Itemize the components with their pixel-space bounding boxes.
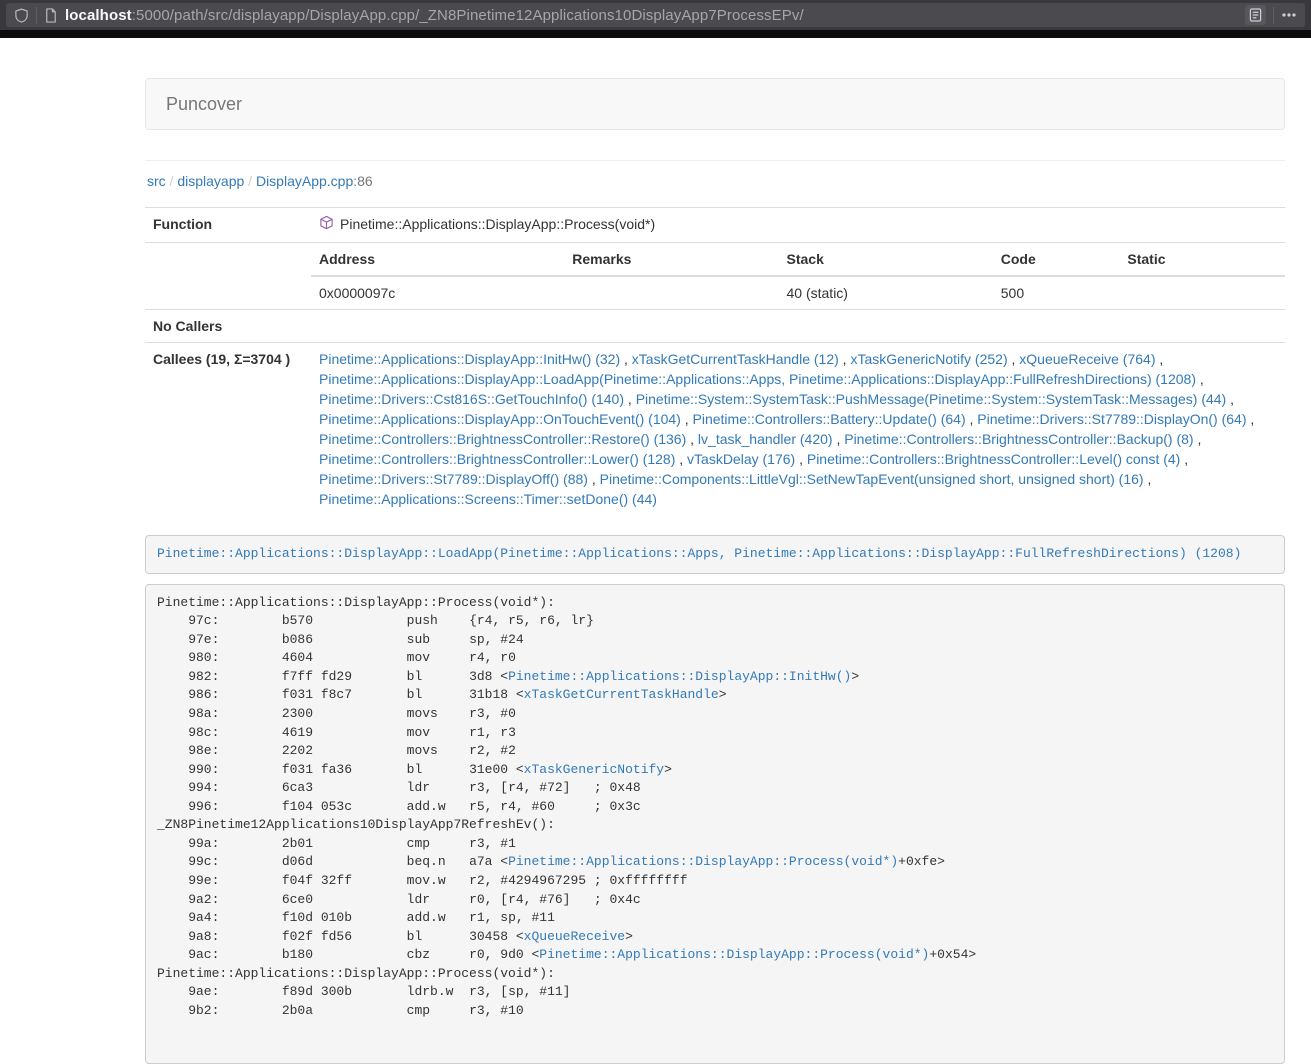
callee-link[interactable]: Pinetime::Components::LittleVgl::SetNewT… [600, 471, 1144, 487]
callee-link[interactable]: Pinetime::Applications::DisplayApp::OnTo… [319, 411, 681, 427]
assembly-symbol-link[interactable]: Pinetime::Applications::DisplayApp::Proc… [508, 854, 898, 869]
assembly-symbol-link[interactable]: xTaskGetCurrentTaskHandle [524, 687, 719, 702]
stats-header: Address [311, 243, 564, 276]
divider [145, 160, 1285, 161]
function-row-label: Function [145, 208, 311, 243]
stats-header: Stack [779, 243, 993, 276]
symbol-cube-icon [319, 215, 334, 236]
url-host: localhost [65, 7, 132, 24]
function-row: Function Pinetime::Applications::Display… [145, 208, 1285, 243]
stats-header: Remarks [564, 243, 778, 276]
function-name: Pinetime::Applications::DisplayApp::Proc… [340, 216, 655, 232]
callee-link[interactable]: Pinetime::Controllers::Battery::Update()… [693, 411, 966, 427]
assembly-symbol-link[interactable]: xQueueReceive [524, 929, 625, 944]
callee-link[interactable]: Pinetime::Controllers::BrightnessControl… [807, 451, 1180, 467]
stats-value-row: 0x0000097c 40 (static)500 [311, 276, 1285, 309]
reader-mode-icon[interactable] [1245, 5, 1266, 25]
callee-link[interactable]: Pinetime::Applications::Screens::Timer::… [319, 491, 657, 507]
callee-link[interactable]: Pinetime::Drivers::St7789::DisplayOff() … [319, 471, 588, 487]
highlighted-symbol-box: Pinetime::Applications::DisplayApp::Load… [145, 535, 1285, 574]
callee-link[interactable]: vTaskDelay (176) [687, 451, 795, 467]
no-callers-label: No Callers [145, 310, 311, 343]
callee-link[interactable]: Pinetime::System::SystemTask::PushMessag… [636, 391, 1227, 407]
toolbar-bottom-strip [0, 30, 1311, 38]
stats-value [564, 276, 778, 309]
callee-link[interactable]: Pinetime::Drivers::St7789::DisplayOn() (… [977, 411, 1246, 427]
callee-link[interactable]: Pinetime::Applications::DisplayApp::Load… [319, 371, 1196, 387]
callee-link[interactable]: Pinetime::Controllers::BrightnessControl… [319, 431, 686, 447]
stats-value [1119, 276, 1285, 309]
callee-link[interactable]: xTaskGetCurrentTaskHandle (12) [632, 351, 839, 367]
breadcrumb-separator: / [244, 173, 256, 189]
breadcrumb-link[interactable]: src [147, 173, 166, 189]
assembly-symbol-link[interactable]: Pinetime::Applications::DisplayApp::Init… [508, 669, 851, 684]
breadcrumb-line-number: :86 [353, 173, 372, 189]
callee-link[interactable]: xTaskGenericNotify (252) [850, 351, 1007, 367]
urlbar-divider-right [1273, 7, 1274, 24]
callee-link[interactable]: xQueueReceive (764) [1019, 351, 1155, 367]
brand-link[interactable]: Puncover [146, 94, 262, 115]
assembly-listing: Pinetime::Applications::DisplayApp::Proc… [145, 584, 1285, 1064]
stats-table: AddressRemarksStackCodeStatic 0x0000097c… [311, 243, 1285, 309]
callee-link[interactable]: Pinetime::Applications::DisplayApp::Init… [319, 351, 620, 367]
stats-header: Code [993, 243, 1120, 276]
highlighted-symbol-link[interactable]: Pinetime::Applications::DisplayApp::Load… [157, 546, 1241, 561]
breadcrumb-link[interactable]: displayapp [177, 173, 244, 189]
assembly-symbol-link[interactable]: xTaskGenericNotify [524, 762, 664, 777]
breadcrumb: src / displayapp / DisplayApp.cpp:86 [147, 171, 1283, 191]
callee-link[interactable]: Pinetime::Drivers::Cst816S::GetTouchInfo… [319, 391, 624, 407]
navbar: Puncover [145, 78, 1285, 130]
stats-header-row: AddressRemarksStackCodeStatic [311, 243, 1285, 276]
callees-row: Callees (19, Σ=3704 ) Pinetime::Applicat… [145, 343, 1285, 516]
callee-link[interactable]: lv_task_handler (420) [698, 431, 833, 447]
url-text[interactable]: localhost:5000/path/src/displayapp/Displ… [65, 7, 1238, 24]
no-callers-row: No Callers [145, 310, 1285, 343]
callees-list: Pinetime::Applications::DisplayApp::Init… [311, 343, 1285, 516]
page-icon[interactable] [44, 8, 58, 23]
stats-value: 0x0000097c [311, 276, 564, 309]
stats-row: AddressRemarksStackCodeStatic 0x0000097c… [145, 243, 1285, 310]
browser-toolbar: localhost:5000/path/src/displayapp/Displ… [0, 0, 1311, 30]
callee-link[interactable]: Pinetime::Controllers::BrightnessControl… [319, 451, 675, 467]
function-table: Function Pinetime::Applications::Display… [145, 207, 1285, 515]
page-content: Puncover src / displayapp / DisplayApp.c… [145, 38, 1285, 1064]
stats-value: 500 [993, 276, 1120, 309]
stats-header: Static [1119, 243, 1285, 276]
urlbar-divider-left [36, 7, 37, 24]
url-bar[interactable]: localhost:5000/path/src/displayapp/Displ… [6, 3, 1305, 27]
callees-label: Callees (19, Σ=3704 ) [145, 343, 311, 516]
breadcrumb-separator: / [166, 173, 178, 189]
url-path: :5000/path/src/displayapp/DisplayApp.cpp… [132, 7, 804, 24]
shield-icon[interactable] [14, 8, 29, 23]
breadcrumb-link[interactable]: DisplayApp.cpp [256, 173, 353, 189]
page-actions-menu-icon[interactable] [1281, 8, 1297, 22]
assembly-symbol-link[interactable]: Pinetime::Applications::DisplayApp::Proc… [539, 947, 929, 962]
callee-link[interactable]: Pinetime::Controllers::BrightnessControl… [844, 431, 1193, 447]
stats-value: 40 (static) [779, 276, 993, 309]
